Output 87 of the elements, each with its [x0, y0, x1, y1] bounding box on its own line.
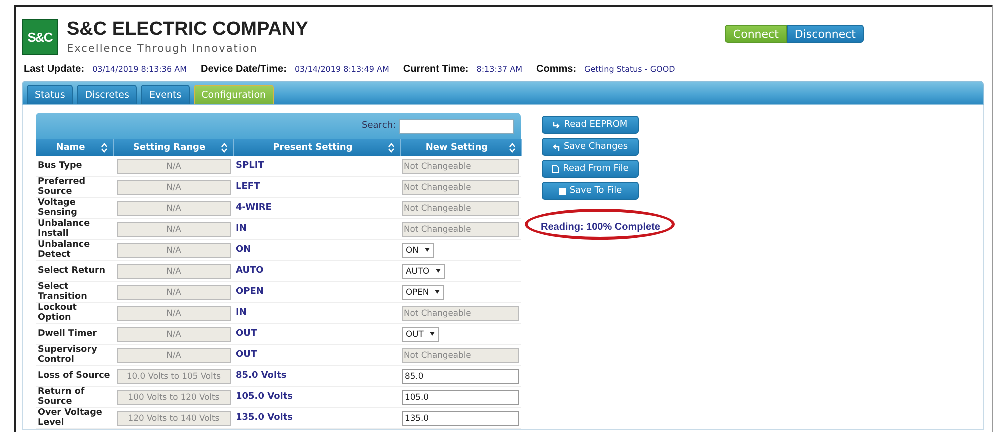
action-button[interactable]: Read From File — [542, 160, 639, 178]
present-setting: 85.0 Volts — [233, 366, 400, 386]
setting-dropdown[interactable]: AUTO — [402, 264, 445, 278]
sort-icon[interactable] — [100, 142, 108, 152]
setting-range: N/A — [117, 326, 231, 342]
setting-input[interactable]: 105.0 — [402, 390, 519, 404]
company-name: S&C ELECTRIC COMPANY — [67, 20, 308, 40]
setting-range: N/A — [117, 242, 231, 258]
setting-range: N/A — [117, 180, 231, 194]
dropdown-arrow-icon — [435, 290, 440, 294]
status-label: Comms: — [536, 64, 577, 75]
setting-name: Preferred Source — [36, 176, 113, 198]
present-setting: OPEN — [233, 282, 400, 302]
sort-icon[interactable] — [508, 142, 516, 152]
setting-name: Loss of Source — [36, 366, 113, 386]
status-label: Last Update: — [24, 64, 85, 75]
undo-icon — [552, 144, 560, 150]
tab[interactable]: Status — [27, 85, 74, 104]
file-icon — [552, 165, 560, 173]
dropdown-arrow-icon — [436, 269, 441, 273]
action-button[interactable]: Read EEPROM — [542, 116, 639, 134]
progress-text: Reading: 100% Complete — [541, 222, 660, 233]
setting-name: Supervisory Control — [36, 344, 113, 366]
disconnect-button[interactable]: Disconnect — [786, 25, 864, 43]
search-label: Search: — [362, 121, 396, 131]
tab[interactable]: Configuration — [194, 85, 274, 104]
setting-name: Select Return — [36, 260, 113, 282]
setting-range: 100 Volts to 120 Volts — [117, 390, 231, 404]
present-setting: IN — [233, 302, 400, 324]
setting-range: N/A — [117, 158, 231, 174]
setting-name: Lockout Option — [36, 302, 113, 324]
setting-range: 120 Volts to 140 Volts — [117, 410, 231, 426]
present-setting: 105.0 Volts — [233, 386, 400, 408]
setting-input[interactable]: 85.0 — [402, 368, 519, 384]
setting-name: Return of Source — [36, 386, 113, 408]
setting-name: Dwell Timer — [36, 324, 113, 344]
setting-name: Bus Type — [36, 156, 113, 176]
status-value: 03/14/2019 8:13:49 AM — [294, 65, 390, 74]
present-setting: AUTO — [233, 260, 400, 282]
present-setting: IN — [233, 218, 400, 240]
present-setting: LEFT — [233, 176, 400, 198]
setting-range: N/A — [117, 306, 231, 320]
status-value: Getting Status - GOOD — [584, 65, 676, 74]
setting-range: 10.0 Volts to 105 Volts — [117, 368, 231, 384]
dropdown-arrow-icon — [424, 248, 430, 252]
setting-range: N/A — [117, 264, 231, 278]
present-setting: OUT — [233, 324, 400, 344]
setting-field: Not Changeable — [402, 158, 519, 174]
setting-field: Not Changeable — [402, 348, 519, 362]
status-value: 03/14/2019 8:13:36 AM — [92, 65, 187, 74]
setting-field: Not Changeable — [402, 200, 519, 216]
setting-field: Not Changeable — [402, 222, 519, 236]
search-field[interactable] — [399, 118, 514, 134]
setting-range: N/A — [117, 284, 231, 300]
setting-name: Voltage Sensing — [36, 198, 113, 218]
action-button[interactable]: Save Changes — [542, 138, 639, 156]
setting-dropdown[interactable]: OUT — [402, 326, 439, 342]
action-button[interactable]: Save To File — [542, 182, 639, 200]
setting-name: Unbalance Detect — [36, 240, 113, 260]
setting-range: N/A — [117, 222, 231, 236]
connect-button[interactable]: Connect — [725, 25, 787, 43]
setting-name: Select Transition — [36, 282, 113, 302]
setting-field: Not Changeable — [402, 180, 519, 194]
present-setting: 135.0 Volts — [233, 408, 400, 428]
status-label: Current Time: — [403, 64, 469, 75]
setting-range: N/A — [117, 200, 231, 216]
dropdown-arrow-icon — [430, 332, 435, 336]
company-tagline: Excellence Through Innovation — [67, 43, 259, 55]
tab[interactable]: Discretes — [77, 85, 138, 104]
tab[interactable]: Events — [141, 85, 190, 104]
company-logo: S&C — [22, 19, 58, 55]
sort-icon[interactable] — [220, 142, 228, 152]
setting-name: Over Voltage Level — [36, 408, 113, 428]
present-setting: OUT — [233, 344, 400, 366]
setting-dropdown[interactable]: ON — [402, 242, 434, 258]
present-setting: 4-WIRE — [233, 198, 400, 218]
status-label: Device Date/Time: — [200, 64, 287, 75]
setting-name: Unbalance Install — [36, 218, 113, 240]
arrow-icon — [553, 122, 560, 128]
present-setting: ON — [233, 240, 400, 260]
setting-field: Not Changeable — [402, 306, 519, 320]
setting-input[interactable]: 135.0 — [402, 410, 519, 426]
present-setting: SPLIT — [233, 156, 400, 176]
setting-range: N/A — [117, 348, 231, 362]
status-value: 8:13:37 AM — [476, 65, 523, 74]
setting-dropdown[interactable]: OPEN — [402, 284, 444, 300]
sort-icon[interactable] — [388, 142, 394, 152]
